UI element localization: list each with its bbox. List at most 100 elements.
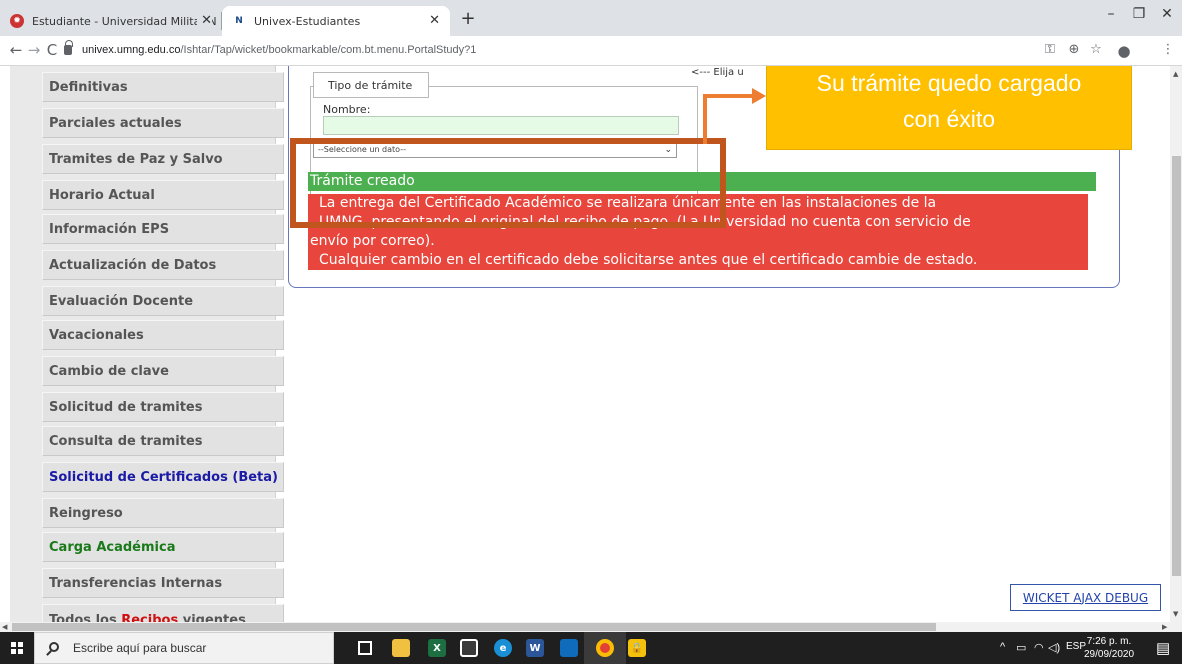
- windows-logo-icon: [11, 642, 23, 654]
- edge-icon[interactable]: e: [494, 639, 512, 657]
- sidebar-item-label: Vacacionales: [49, 327, 144, 343]
- sidebar-item-consulta-tramites[interactable]: Consulta de tramites: [42, 426, 284, 456]
- word-icon[interactable]: W: [526, 639, 544, 657]
- file-explorer-icon[interactable]: [392, 639, 410, 657]
- clock[interactable]: 7:26 p. m. 29/09/2020: [1084, 635, 1134, 661]
- clock-date: 29/09/2020: [1084, 649, 1135, 660]
- sidebar-item-label: Consulta de tramites: [49, 433, 203, 449]
- nombre-input[interactable]: [323, 116, 679, 135]
- browser-tab-bar: ✹ Estudiante - Universidad Militar N ✕ N…: [0, 0, 1182, 36]
- sidebar-item-label: Transferencias Internas: [49, 575, 223, 591]
- sidebar-item-carga-academica[interactable]: Carga Académica: [42, 532, 284, 562]
- sidebar-item-label: Definitivas: [49, 79, 128, 95]
- key-icon[interactable]: ⚿: [1040, 42, 1060, 57]
- page-viewport: Definitivas Parciales actuales Tramites …: [0, 66, 1170, 622]
- tab-label: Estudiante - Universidad Militar N: [32, 14, 217, 28]
- scroll-left-icon[interactable]: ◀: [2, 623, 7, 631]
- lock-app-icon[interactable]: 🔒: [628, 639, 646, 657]
- sidebar-item-label: Todos los: [49, 613, 122, 622]
- store-icon[interactable]: [460, 639, 478, 657]
- minimize-icon[interactable]: –: [1096, 6, 1126, 22]
- annotation-callout: Su trámite quedo cargado con éxito: [766, 66, 1132, 150]
- star-icon[interactable]: ☆: [1086, 42, 1106, 57]
- sidebar-item-label: Horario Actual: [49, 187, 155, 203]
- arrow-right-icon: [752, 88, 766, 104]
- scroll-down-icon[interactable]: ▼: [1173, 610, 1178, 618]
- sidebar-item-label: vigentes: [178, 613, 246, 622]
- reload-icon[interactable]: C: [42, 41, 62, 59]
- close-window-icon[interactable]: ✕: [1152, 6, 1182, 22]
- sidebar-item-label: Tramites de Paz y Salvo: [49, 151, 223, 167]
- sidebar: Definitivas Parciales actuales Tramites …: [10, 66, 284, 622]
- windows-taskbar: Escribe aquí para buscar X e W 🔒 ^ ▭ ◠ ◁…: [0, 632, 1182, 664]
- sidebar-item-recibos[interactable]: Todos los Recibos vigentes: [42, 604, 284, 622]
- umng-favicon-icon: ✹: [10, 14, 24, 28]
- back-icon[interactable]: ←: [6, 41, 26, 59]
- zoom-icon[interactable]: ⊕: [1064, 42, 1084, 57]
- scroll-right-icon[interactable]: ▶: [1162, 623, 1167, 631]
- address-bar: ← → C univex.umng.edu.co/Ishtar/Tap/wick…: [0, 36, 1182, 66]
- language-indicator[interactable]: ESP: [1066, 641, 1086, 652]
- browser-tab-estudiante[interactable]: ✹ Estudiante - Universidad Militar N ✕: [0, 6, 222, 36]
- restore-icon[interactable]: ❐: [1124, 6, 1154, 22]
- warning-line: envío por correo).: [310, 233, 435, 249]
- sidebar-item-eps[interactable]: Información EPS: [42, 214, 284, 244]
- close-tab-icon[interactable]: ✕: [429, 13, 440, 28]
- sidebar-item-evaluacion[interactable]: Evaluación Docente: [42, 286, 284, 316]
- sidebar-item-actualizacion[interactable]: Actualización de Datos: [42, 250, 284, 280]
- tray-chevron-icon[interactable]: ^: [1000, 641, 1005, 653]
- sidebar-item-label: Evaluación Docente: [49, 293, 194, 309]
- vertical-scroll-thumb[interactable]: [1172, 156, 1181, 576]
- taskbar-search[interactable]: Escribe aquí para buscar: [34, 632, 334, 664]
- sidebar-item-label: Solicitud de Certificados (Beta): [49, 469, 278, 485]
- search-icon: [49, 642, 59, 652]
- menu-dots-icon[interactable]: ⋮: [1158, 42, 1178, 57]
- sidebar-item-paz-y-salvo[interactable]: Tramites de Paz y Salvo: [42, 144, 284, 174]
- sidebar-item-label: Solicitud de tramites: [49, 399, 203, 415]
- close-tab-icon[interactable]: ✕: [197, 13, 212, 28]
- search-placeholder: Escribe aquí para buscar: [73, 641, 207, 655]
- sidebar-item-solicitud-tramites[interactable]: Solicitud de tramites: [42, 392, 284, 422]
- sidebar-item-cambio-clave[interactable]: Cambio de clave: [42, 356, 284, 386]
- wicket-debug-link[interactable]: WICKET AJAX DEBUG: [1010, 584, 1161, 611]
- browser-tab-univex[interactable]: N Univex-Estudiantes ✕: [222, 6, 450, 36]
- clock-time: 7:26 p. m.: [1086, 636, 1132, 647]
- nombre-label: Nombre:: [323, 103, 371, 116]
- callout-line: con éxito: [902, 106, 996, 132]
- callout-line: Su trámite quedo cargado: [816, 70, 1082, 96]
- sidebar-item-vacacionales[interactable]: Vacacionales: [42, 320, 284, 350]
- sidebar-item-certificados[interactable]: Solicitud de Certificados (Beta): [42, 462, 284, 492]
- chrome-icon[interactable]: [596, 639, 614, 657]
- url-field[interactable]: univex.umng.edu.co/Ishtar/Tap/wicket/boo…: [82, 44, 476, 56]
- annotation-highlight-box: [290, 138, 726, 228]
- horizontal-scroll-thumb[interactable]: [12, 623, 936, 631]
- volume-icon[interactable]: ◁): [1048, 641, 1060, 654]
- url-host: univex.umng.edu.co: [82, 44, 181, 56]
- sidebar-item-label: Información EPS: [49, 221, 170, 237]
- tramite-legend: Tipo de trámite: [313, 72, 429, 98]
- scroll-up-icon[interactable]: ▲: [1173, 70, 1178, 78]
- annotation-connector: [703, 94, 707, 144]
- start-button[interactable]: [0, 632, 34, 664]
- url-path: /Ishtar/Tap/wicket/bookmarkable/com.bt.m…: [180, 44, 477, 56]
- battery-icon[interactable]: ▭: [1016, 641, 1026, 654]
- lock-icon: [64, 40, 73, 55]
- select-hint: <--- Elija u: [691, 67, 744, 78]
- forward-icon[interactable]: →: [24, 41, 44, 59]
- task-view-icon[interactable]: [358, 641, 372, 655]
- annotation-connector: [703, 94, 755, 98]
- warning-line: Cualquier cambio en el certificado debe …: [319, 252, 978, 268]
- sidebar-item-label: Actualización de Datos: [49, 257, 217, 273]
- new-tab-button[interactable]: +: [456, 8, 480, 29]
- notifications-icon[interactable]: ▤: [1156, 639, 1170, 657]
- sidebar-item-horario[interactable]: Horario Actual: [42, 180, 284, 210]
- sidebar-item-parciales[interactable]: Parciales actuales: [42, 108, 284, 138]
- mail-icon[interactable]: [560, 639, 578, 657]
- sidebar-item-label-highlight: Recibos: [121, 613, 179, 622]
- profile-icon[interactable]: ●: [1114, 42, 1134, 60]
- sidebar-item-transferencias[interactable]: Transferencias Internas: [42, 568, 284, 598]
- sidebar-item-definitivas[interactable]: Definitivas: [42, 72, 284, 102]
- excel-icon[interactable]: X: [428, 639, 446, 657]
- sidebar-item-reingreso[interactable]: Reingreso: [42, 498, 284, 528]
- wifi-icon[interactable]: ◠: [1034, 641, 1044, 654]
